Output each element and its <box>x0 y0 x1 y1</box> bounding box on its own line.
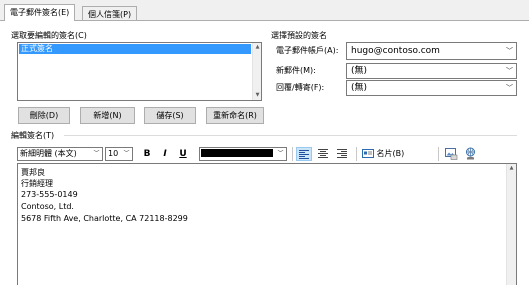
tab-email-signature[interactable]: 電子郵件簽名(E) <box>4 4 76 21</box>
italic-button[interactable]: I <box>157 147 173 161</box>
picture-icon <box>445 148 458 160</box>
delete-button[interactable]: 刪除(D) <box>18 107 70 124</box>
insert-picture-button[interactable] <box>445 147 460 161</box>
font-name-select[interactable]: 新細明體 (本文) ﹀ <box>17 147 103 161</box>
hyperlink-icon <box>466 147 475 160</box>
align-left-button[interactable] <box>296 147 312 161</box>
font-name-value: 新細明體 (本文) <box>20 149 77 158</box>
edit-signature-divider <box>64 135 517 136</box>
edit-signature-title: 編輯簽名(T) <box>11 131 55 140</box>
chevron-down-icon[interactable]: ﹀ <box>502 81 516 95</box>
select-signature-title: 選取要編輯的簽名(C) <box>11 31 87 40</box>
align-right-icon <box>337 149 347 158</box>
signature-address-line: 5678 Fifth Ave, Charlotte, CA 72118-8299 <box>21 214 188 223</box>
tab-personal-stationery-label: 個人信箋(P) <box>88 10 132 19</box>
chevron-down-icon[interactable]: ﹀ <box>502 43 516 59</box>
font-color-swatch <box>201 149 273 157</box>
default-signature-title: 選擇預設的簽名 <box>271 31 327 40</box>
business-card-label: 名片(B) <box>376 149 405 158</box>
rename-button[interactable]: 重新命名(R) <box>206 107 264 124</box>
chevron-down-icon[interactable]: ﹀ <box>91 148 102 160</box>
toolbar-separator <box>356 147 357 161</box>
replies-forwards-label: 回覆/轉寄(F): <box>276 83 325 92</box>
toolbar-separator <box>438 147 439 161</box>
scroll-down-icon[interactable]: ▼ <box>254 92 261 99</box>
signature-title-line: 行銷經理 <box>21 179 53 188</box>
font-color-select[interactable]: ﹀ <box>199 147 287 161</box>
align-center-button[interactable] <box>315 147 331 161</box>
signature-name-line: 賈邦良 <box>21 168 45 177</box>
chevron-down-icon[interactable]: ﹀ <box>121 148 132 160</box>
signature-list-item[interactable]: 正式簽名 <box>19 44 251 54</box>
new-messages-value: (無) <box>351 66 368 76</box>
bold-button[interactable]: B <box>139 147 155 161</box>
font-size-value: 10 <box>108 149 119 158</box>
signature-editor[interactable]: 賈邦良 行銷經理 273-555-0149 Contoso, Ltd. 5678… <box>17 163 517 285</box>
email-account-select[interactable]: hugo@contoso.com ﹀ <box>346 42 517 60</box>
replies-forwards-select[interactable]: (無) ﹀ <box>346 80 517 96</box>
scroll-up-icon[interactable]: ▲ <box>508 165 515 172</box>
signature-list-scrollbar[interactable]: ▲ ▼ <box>252 43 261 100</box>
save-button[interactable]: 儲存(S) <box>144 107 196 124</box>
business-card-button[interactable]: 名片(B) <box>362 147 422 161</box>
business-card-icon <box>362 149 374 158</box>
new-button[interactable]: 新增(N) <box>80 107 135 124</box>
editor-scrollbar[interactable]: ▲ <box>506 164 516 285</box>
font-size-select[interactable]: 10 ﹀ <box>105 147 133 161</box>
align-center-icon <box>318 149 328 158</box>
chevron-down-icon[interactable]: ﹀ <box>275 148 286 160</box>
underline-button[interactable]: U <box>175 147 191 161</box>
align-right-button[interactable] <box>334 147 350 161</box>
tab-email-signature-label: 電子郵件簽名(E) <box>10 8 70 17</box>
signature-list[interactable]: 正式簽名 ▲ ▼ <box>17 42 262 101</box>
align-left-icon <box>299 150 309 159</box>
email-account-value: hugo@contoso.com <box>351 46 440 56</box>
chevron-down-icon[interactable]: ﹀ <box>502 64 516 78</box>
email-account-label: 電子郵件帳戶(A): <box>276 46 339 55</box>
tab-personal-stationery[interactable]: 個人信箋(P) <box>82 6 138 21</box>
toolbar-separator <box>292 147 293 161</box>
new-messages-select[interactable]: (無) ﹀ <box>346 63 517 79</box>
signature-phone-line: 273-555-0149 <box>21 190 78 199</box>
new-messages-label: 新郵件(M): <box>276 66 316 75</box>
scroll-up-icon[interactable]: ▲ <box>254 44 261 51</box>
replies-forwards-value: (無) <box>351 83 368 93</box>
insert-hyperlink-button[interactable] <box>464 147 479 161</box>
signature-company-line: Contoso, Ltd. <box>21 202 74 211</box>
